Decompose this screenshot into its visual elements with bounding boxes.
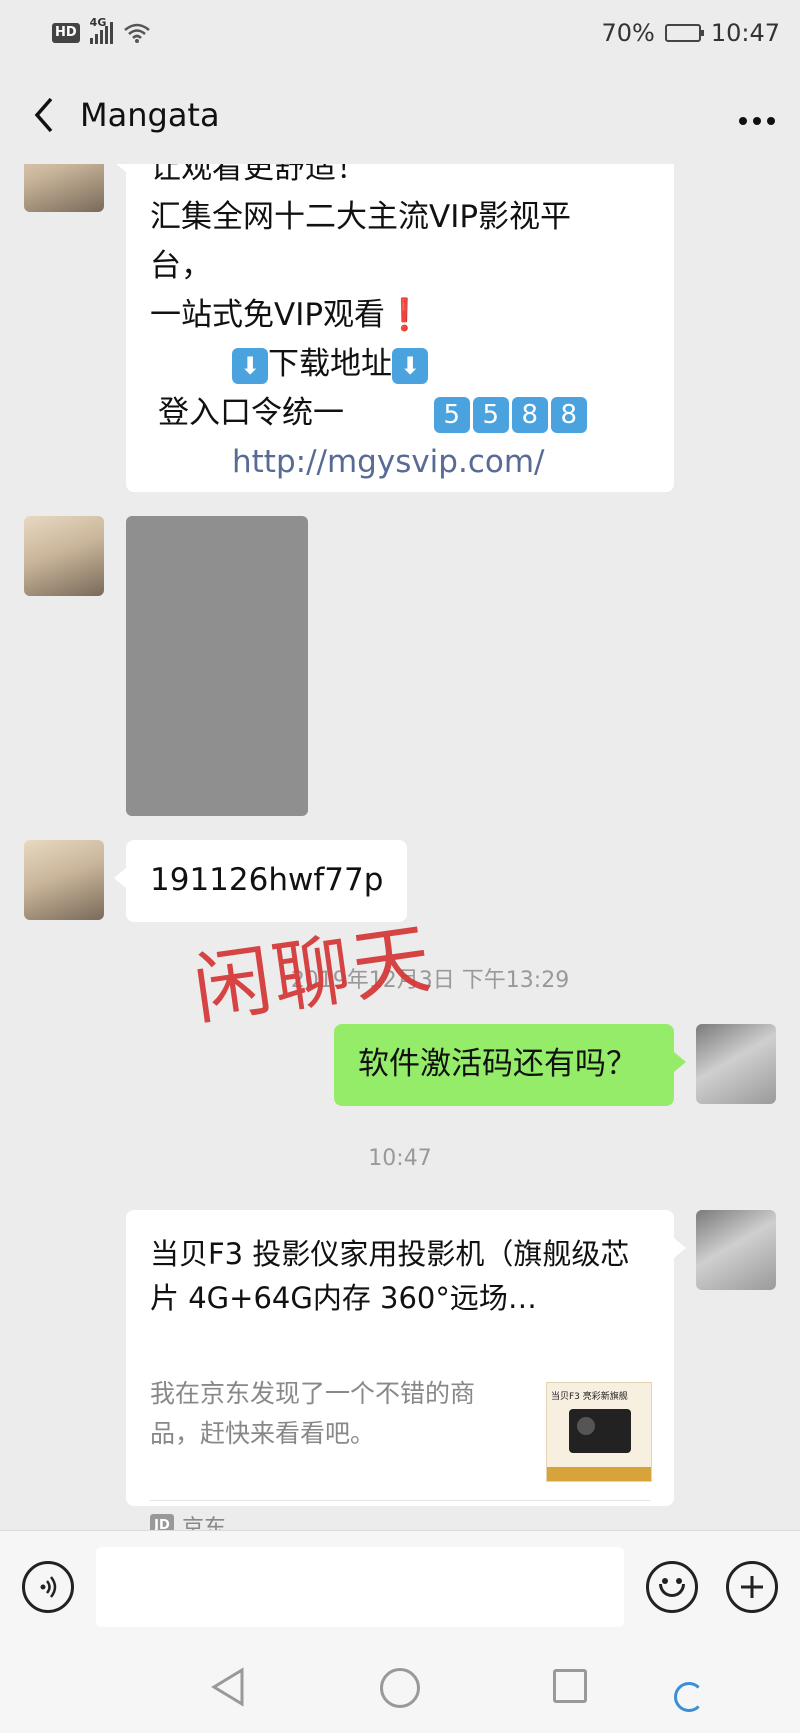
card-description: 我在京东发现了一个不错的商品，赶快来看看吧。 [150,1379,476,1448]
card-title: 当贝F3 投影仪家用投影机（旗舰级芯片 4G+64G内存 360°远场… [150,1237,630,1315]
system-nav-bar [0,1642,800,1733]
avatar[interactable] [24,840,104,920]
nav-back-icon[interactable] [210,1666,246,1708]
battery-icon [664,24,704,42]
message-text-line: 汇集全网十二大主流VIP影视平 [150,199,572,235]
more-button[interactable] [738,95,776,135]
chat-header: Mangata [0,66,800,164]
down-arrow-icon: ⬇ [232,347,268,384]
more-icon [739,117,775,125]
status-right: 70% 10:47 [601,19,780,47]
message-text: 下载地址 [268,346,392,382]
keycap-digit-icon: 5 [433,396,470,433]
message-text: 191126hwf77p [150,862,384,898]
message-text: 软件激活码还有吗？ [358,1046,637,1082]
clock: 10:47 [710,19,780,47]
input-bar [0,1530,800,1642]
card-source: JD 京东 [150,1510,226,1530]
timestamp: 10:47 [368,1146,432,1171]
nav-home-icon[interactable] [380,1668,420,1708]
my-message-bubble[interactable]: 软件激活码还有吗？ [334,1024,686,1106]
jd-icon: JD [150,1514,174,1530]
signal-icon: 4G [89,16,113,44]
battery-percent: 70% [601,19,655,47]
avatar[interactable] [24,516,104,596]
message-text-line: 登入口令统一 5588 [150,389,650,438]
nav-recent-icon[interactable] [553,1669,587,1703]
avatar[interactable] [24,164,104,212]
message-text-line: 台， [150,248,212,284]
my-avatar[interactable] [696,1210,776,1290]
exclamation-icon: ❗ [385,297,424,333]
plus-button[interactable] [726,1561,778,1613]
message-input[interactable] [96,1547,624,1627]
message-text-line: 一站式免VIP观看❗ [150,291,650,340]
status-left: HD 4G [52,16,151,44]
message-text-line: ⬇ 下载地址 ⬇ [150,340,650,389]
chevron-left-icon [34,97,53,133]
chat-title: Mangata [80,96,220,134]
down-arrow-icon: ⬇ [392,347,428,384]
keycap-digit-icon: 5 [472,396,509,433]
plus-icon [741,1576,763,1598]
keycap-digit-icon: 8 [550,396,587,433]
my-avatar[interactable] [696,1024,776,1104]
message-link[interactable]: http://mgysvip.com/ [150,438,650,487]
product-thumbnail: 当贝F3 亮彩新旗舰 [546,1382,652,1482]
wifi-icon [123,23,150,43]
keycap-digit-icon: 8 [511,396,548,433]
back-button[interactable] [24,95,64,135]
projector-lens [577,1417,595,1435]
network-type: 4G [89,16,107,29]
message-text: 登入口令统一 [158,395,344,431]
emoji-button[interactable] [646,1561,698,1613]
card-source-label: 京东 [182,1516,227,1530]
message-text: 一站式免VIP观看 [150,297,386,333]
thumbnail-strip [547,1467,651,1481]
voice-icon [40,1576,57,1598]
voice-button[interactable] [22,1561,74,1613]
divider [150,1500,650,1501]
hd-icon: HD [52,23,80,43]
product-card[interactable]: 当贝F3 投影仪家用投影机（旗舰级芯片 4G+64G内存 360°远场… 我在京… [126,1210,686,1530]
emoji-icon-mouth [659,1584,685,1597]
thumbnail-title: 当贝F3 亮彩新旗舰 [551,1392,628,1402]
message-text-line: 让观看更舒适！ [150,164,367,186]
message-bubble[interactable]: 让观看更舒适！ 汇集全网十二大主流VIP影视平 台， 一站式免VIP观看❗ ⬇ 下… [114,164,674,492]
chat-area[interactable]: 让观看更舒适！ 汇集全网十二大主流VIP影视平 台， 一站式免VIP观看❗ ⬇ 下… [0,164,800,1530]
loading-icon [674,1682,704,1712]
status-bar: HD 4G 70% 10:47 [0,0,800,66]
image-message[interactable] [126,516,308,816]
